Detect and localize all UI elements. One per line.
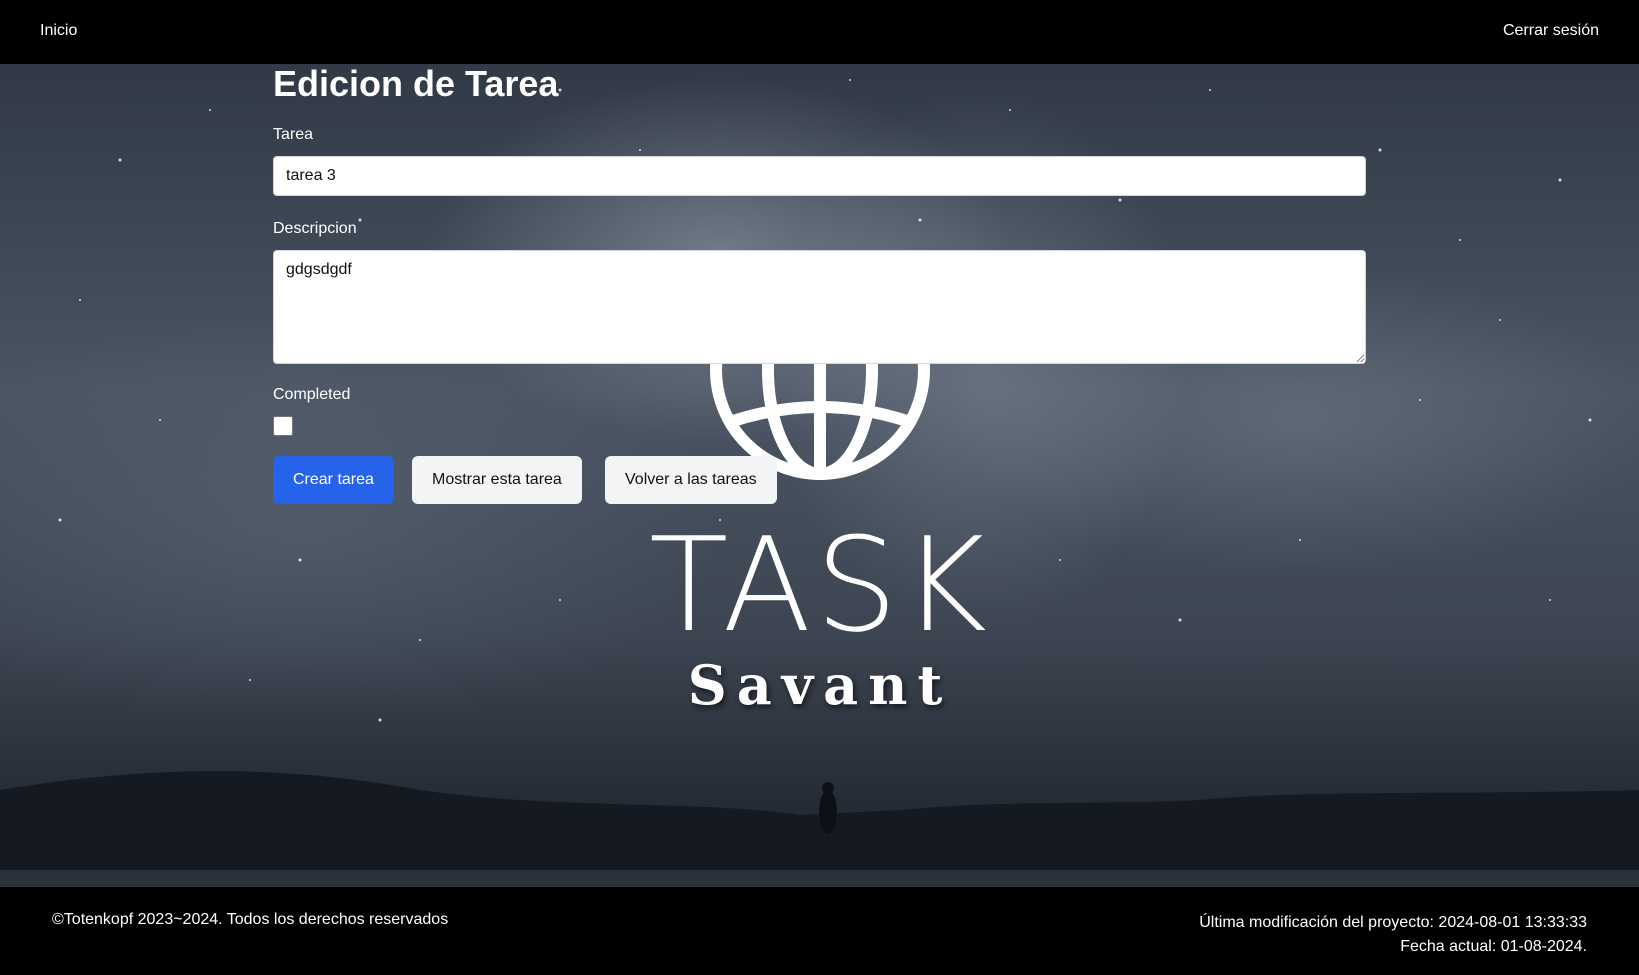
last-modified-text: Última modificación del proyecto: 2024-0… — [1199, 914, 1587, 931]
task-input[interactable] — [273, 156, 1366, 196]
page: Inicio Cerrar sesión TASK Savant Edicion… — [0, 0, 1639, 975]
description-textarea[interactable]: gdgsdgdf — [273, 250, 1366, 364]
back-to-tasks-button[interactable]: Volver a las tareas — [605, 456, 777, 504]
create-task-button[interactable]: Crear tarea — [273, 456, 394, 504]
logo-subtitle: Savant — [687, 653, 953, 717]
completed-label: Completed — [273, 386, 351, 403]
home-link[interactable]: Inicio — [40, 22, 77, 40]
top-navbar: Inicio Cerrar sesión — [0, 0, 1639, 64]
logout-link[interactable]: Cerrar sesión — [1503, 22, 1599, 40]
footer-info: Última modificación del proyecto: 2024-0… — [1199, 911, 1587, 959]
footer-copyright: ©Totenkopf 2023~2024. Todos los derechos… — [52, 911, 449, 928]
task-label: Tarea — [273, 126, 314, 143]
show-task-button[interactable]: Mostrar esta tarea — [412, 456, 582, 504]
completed-checkbox[interactable] — [273, 416, 293, 436]
footer: ©Totenkopf 2023~2024. Todos los derechos… — [0, 887, 1639, 975]
task-savant-logo: TASK Savant — [630, 340, 1010, 730]
logo-title: TASK — [648, 509, 991, 661]
description-label: Descripcion — [273, 220, 357, 237]
page-title: Edicion de Tarea — [273, 63, 559, 104]
current-date-text: Fecha actual: 01-08-2024. — [1400, 938, 1587, 955]
